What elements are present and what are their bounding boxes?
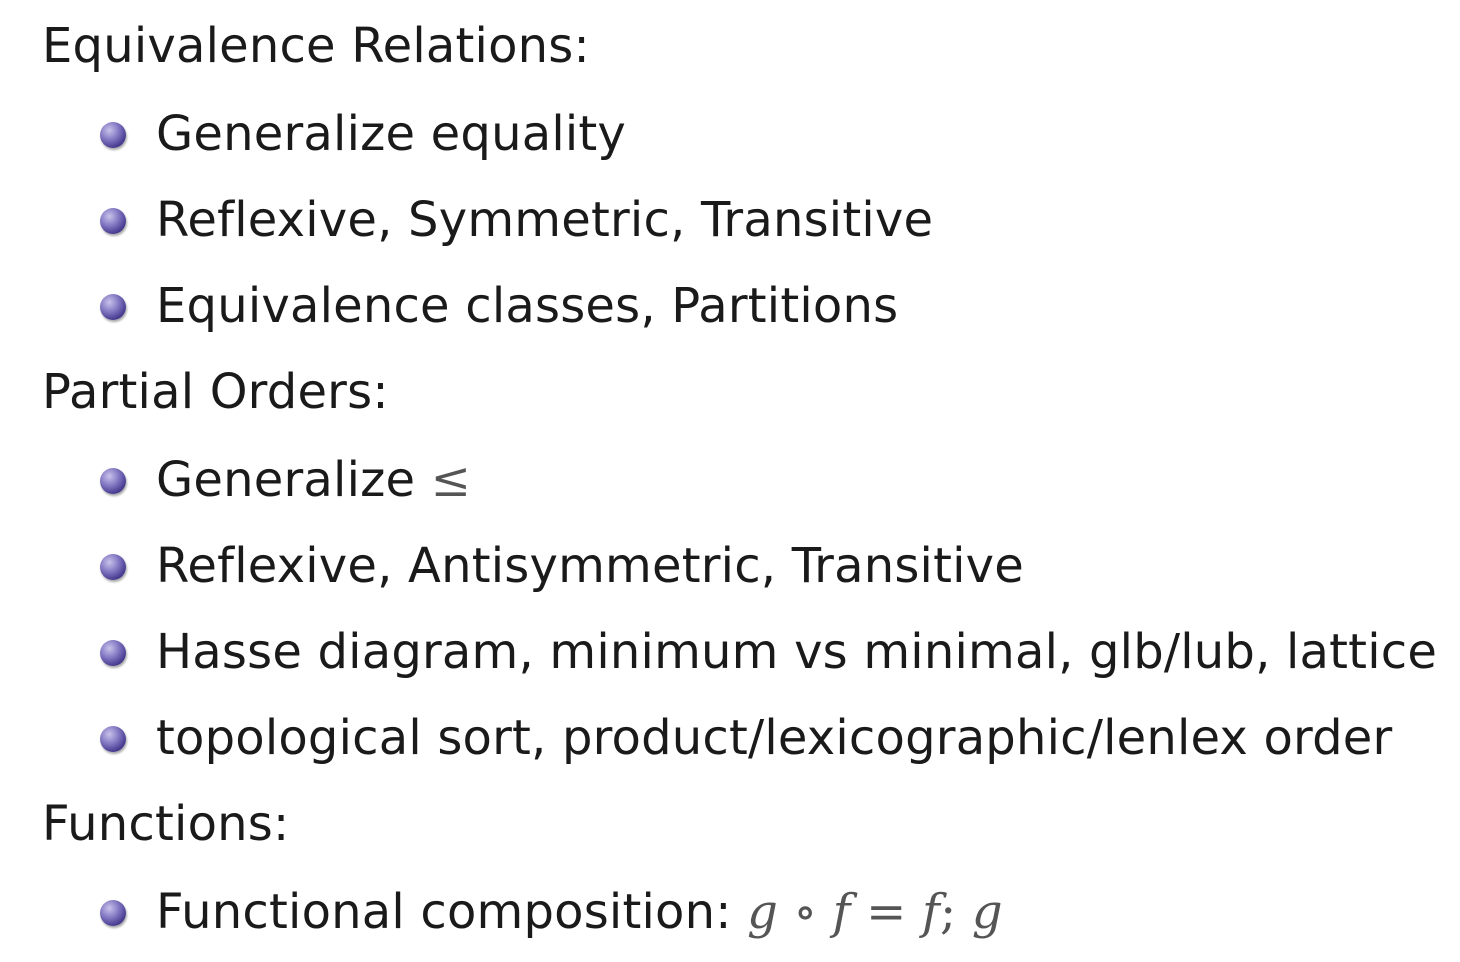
math-semicolon: ; <box>939 884 957 940</box>
bullet-icon <box>100 900 126 926</box>
math-f: f <box>832 884 851 940</box>
list-item-label: Generalize <box>156 452 416 508</box>
list-item-text: Hasse diagram, minimum vs minimal, glb/l… <box>156 624 1438 680</box>
bullet-icon <box>100 554 126 580</box>
math-g: g <box>747 884 778 940</box>
bullet-icon <box>100 294 126 320</box>
slide: Equivalence Relations: Generalize equali… <box>0 0 1460 962</box>
list-item-text: Generalize equality <box>156 106 627 162</box>
bullet-icon <box>100 122 126 148</box>
bullet-icon <box>100 640 126 666</box>
composition-formula: g ∘ f = f; g <box>747 884 1003 940</box>
section-heading-equivalence-relations: Equivalence Relations: <box>42 18 590 74</box>
list-item-text: topological sort, product/lexicographic/… <box>156 710 1393 766</box>
list-item-text: Equivalence classes, Partitions <box>156 278 899 334</box>
section-heading-partial-orders: Partial Orders: <box>42 364 389 420</box>
math-f: f <box>922 884 940 940</box>
bullet-icon <box>100 468 126 494</box>
list-item-label: Functional composition: <box>156 884 732 940</box>
section-heading-functions: Functions: <box>42 796 290 852</box>
math-g: g <box>971 884 1003 940</box>
bullet-icon <box>100 208 126 234</box>
math-circ: ∘ <box>793 884 818 940</box>
list-item-text: Generalize ≤ <box>156 450 471 510</box>
leq-symbol: ≤ <box>430 452 472 508</box>
list-item-text: Reflexive, Symmetric, Transitive <box>156 192 934 248</box>
math-equals: = <box>866 884 907 940</box>
bullet-icon <box>100 726 126 752</box>
list-item-text: Functional composition: g ∘ f = f; g <box>156 882 1003 942</box>
list-item-text: Reflexive, Antisymmetric, Transitive <box>156 538 1024 594</box>
